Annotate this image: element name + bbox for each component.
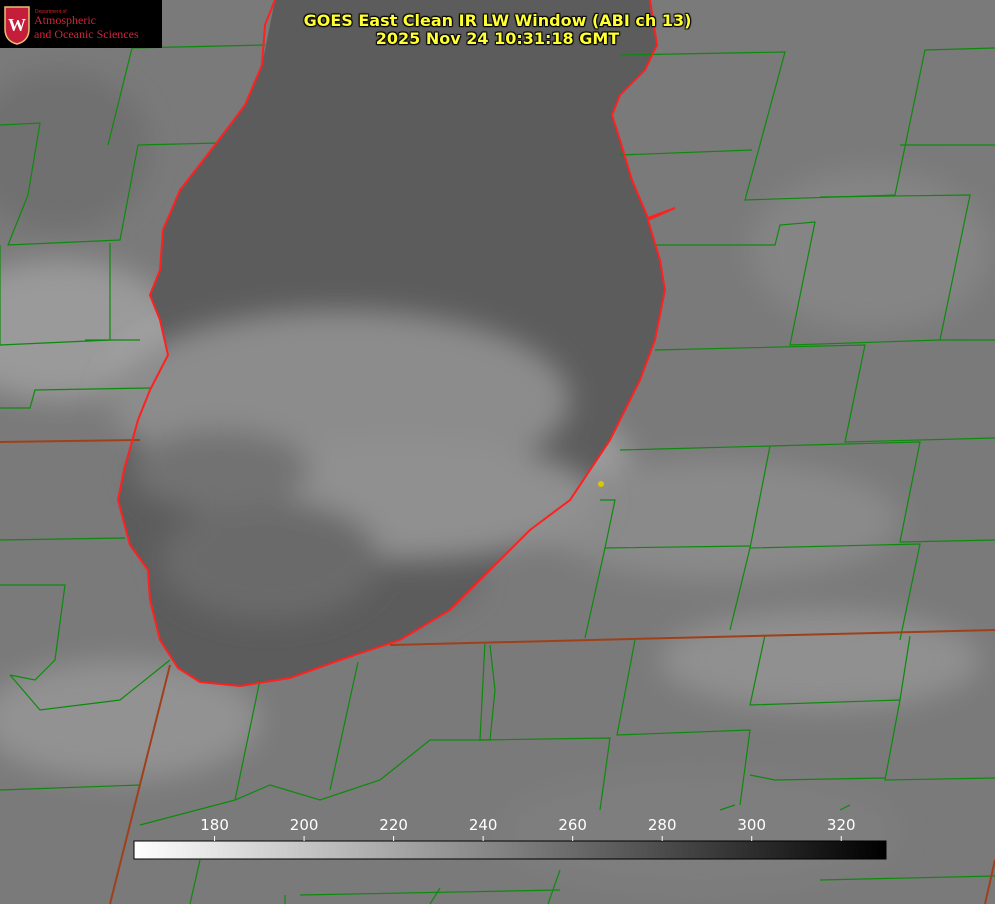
colorbar-tick-label: 200 xyxy=(289,816,319,834)
location-marker xyxy=(598,481,604,487)
logo-line-1: Atmospheric xyxy=(34,13,96,27)
colorbar-tick-label: 180 xyxy=(200,816,229,834)
colorbar-gradient xyxy=(133,840,887,860)
colorbar-tick-label: 320 xyxy=(826,816,856,834)
satellite-map xyxy=(0,0,995,904)
aos-logo: W Department of Atmospheric and Oceanic … xyxy=(0,0,162,48)
colorbar-tick-label: 220 xyxy=(379,816,408,834)
uw-seal-icon: W xyxy=(4,6,30,45)
logo-line-2: and Oceanic Sciences xyxy=(34,27,139,41)
colorbar-tick-label: 240 xyxy=(468,816,498,834)
colorbar-tick-label: 280 xyxy=(647,816,677,834)
seal-letter: W xyxy=(8,15,26,35)
colorbar-tick-label: 300 xyxy=(737,816,767,834)
colorbar-tick-label: 260 xyxy=(558,816,587,834)
